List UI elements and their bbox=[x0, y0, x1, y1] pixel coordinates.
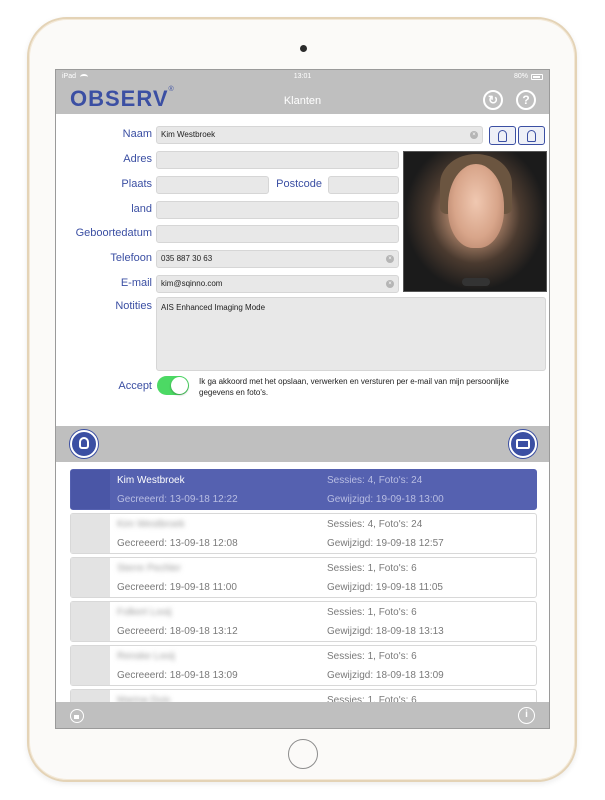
phone-field[interactable]: 035 887 30 63 × bbox=[156, 250, 399, 268]
address-label: Adres bbox=[123, 153, 152, 165]
page-title: Klanten bbox=[283, 95, 322, 107]
accept-toggle[interactable] bbox=[157, 376, 189, 395]
client-name: Sterre Pechler bbox=[117, 563, 181, 574]
client-sessions: Sessies: 4, Foto's: 24 bbox=[327, 475, 423, 486]
client-row[interactable]: Marina Duis Sessies: 1, Foto's: 6 bbox=[70, 689, 537, 702]
notes-label: Notities bbox=[115, 300, 152, 312]
face-icon bbox=[79, 437, 89, 449]
client-photo[interactable] bbox=[403, 151, 547, 292]
male-profile-button[interactable] bbox=[489, 126, 516, 145]
status-bar: iPad 13:01 80% bbox=[56, 70, 549, 84]
person-male-icon bbox=[498, 130, 507, 142]
female-profile-button[interactable] bbox=[518, 126, 545, 145]
client-created: Gecreeerd: 18-09-18 13:12 bbox=[117, 626, 238, 637]
client-created: Gecreeerd: 13-09-18 12:08 bbox=[117, 538, 238, 549]
client-created: Gecreeerd: 13-09-18 12:22 bbox=[117, 494, 238, 505]
postcode-field[interactable] bbox=[328, 176, 399, 194]
history-icon[interactable]: ↻ bbox=[483, 90, 503, 110]
client-sessions: Sessies: 4, Foto's: 24 bbox=[327, 519, 423, 530]
birthdate-field[interactable] bbox=[156, 225, 399, 243]
clear-icon[interactable]: × bbox=[386, 255, 394, 263]
country-field[interactable] bbox=[156, 201, 399, 219]
status-time: 13:01 bbox=[293, 73, 312, 80]
client-modified: Gewijzigd: 18-09-18 13:13 bbox=[327, 626, 444, 637]
client-created: Gecreeerd: 18-09-18 13:09 bbox=[117, 670, 238, 681]
notes-field[interactable]: AIS Enhanced Imaging Mode bbox=[156, 297, 546, 371]
client-thumbnail bbox=[71, 470, 110, 509]
client-row[interactable]: Renske Looij Gecreeerd: 18-09-18 13:09 Ses… bbox=[70, 645, 537, 686]
navigation-bar: iPad 13:01 80% OBSERV® Klanten ↻ ? bbox=[56, 70, 549, 114]
email-field[interactable]: kim@sqinno.com × bbox=[156, 275, 399, 293]
person-female-icon bbox=[527, 130, 536, 142]
client-modified: Gewijzigd: 19-09-18 13:00 bbox=[327, 494, 444, 505]
client-sessions: Sessies: 1, Foto's: 6 bbox=[327, 651, 417, 662]
clear-icon[interactable]: × bbox=[470, 131, 478, 139]
client-sessions: Sessies: 1, Foto's: 6 bbox=[327, 563, 417, 574]
front-camera bbox=[300, 45, 307, 52]
client-row[interactable]: Sterre Pechler Gecreeerd: 19-09-18 11:00 S… bbox=[70, 557, 537, 598]
client-sessions: Sessies: 1, Foto's: 6 bbox=[327, 607, 417, 618]
client-name: Marina Duis bbox=[117, 695, 171, 702]
address-field[interactable] bbox=[156, 151, 399, 169]
client-thumbnail bbox=[71, 646, 110, 685]
phone-value: 035 887 30 63 bbox=[161, 254, 213, 263]
client-row[interactable]: Folkert Looij Gecreeerd: 18-09-18 13:12 Se… bbox=[70, 601, 537, 642]
client-name: Renske Looij bbox=[117, 651, 175, 662]
home-button[interactable] bbox=[288, 739, 318, 769]
postcode-label: Postcode bbox=[276, 178, 322, 190]
client-modified: Gewijzigd: 19-09-18 11:05 bbox=[327, 582, 443, 593]
info-icon[interactable]: i bbox=[518, 707, 535, 724]
city-field[interactable] bbox=[156, 176, 269, 194]
battery-icon bbox=[531, 73, 543, 80]
client-thumbnail bbox=[71, 558, 110, 597]
client-name: Kim Westbroek bbox=[117, 519, 185, 530]
client-thumbnail bbox=[71, 514, 110, 553]
name-field[interactable]: Kim Westbroek × bbox=[156, 126, 483, 144]
help-icon[interactable]: ? bbox=[516, 90, 536, 110]
phone-label: Telefoon bbox=[110, 252, 152, 264]
client-thumbnail bbox=[71, 602, 110, 641]
camera-button[interactable] bbox=[509, 430, 537, 458]
client-row[interactable]: Kim Westbroek Gecreeerd: 13-09-18 12:08 Se… bbox=[70, 513, 537, 554]
city-label: Plaats bbox=[121, 178, 152, 190]
client-name: Kim Westbroek bbox=[117, 475, 185, 486]
accept-label: Accept bbox=[118, 380, 152, 392]
client-sessions: Sessies: 1, Foto's: 6 bbox=[327, 695, 417, 702]
battery-percent: 80% bbox=[513, 73, 528, 80]
client-thumbnail bbox=[71, 690, 110, 702]
client-modified: Gewijzigd: 18-09-18 13:09 bbox=[327, 670, 444, 681]
action-bar bbox=[56, 426, 549, 462]
client-modified: Gewijzigd: 19-09-18 12:57 bbox=[327, 538, 444, 549]
email-label: E-mail bbox=[120, 277, 152, 289]
camera-icon bbox=[516, 439, 530, 449]
new-client-button[interactable] bbox=[70, 430, 98, 458]
client-list: Kim Westbroek Gecreeerd: 13-09-18 12:22 Se… bbox=[56, 462, 549, 702]
app-screen: iPad 13:01 80% OBSERV® Klanten ↻ ? Naam … bbox=[55, 69, 550, 729]
bottom-bar: i bbox=[56, 702, 549, 728]
email-value: kim@sqinno.com bbox=[161, 279, 223, 288]
client-name: Folkert Looij bbox=[117, 607, 172, 618]
name-label: Naam bbox=[122, 128, 152, 140]
client-form: Naam Kim Westbroek × Adres Plaats Postco… bbox=[56, 114, 549, 426]
birthdate-label: Geboortedatum bbox=[75, 227, 152, 239]
client-created: Gecreeerd: 19-09-18 11:00 bbox=[117, 582, 237, 593]
clear-icon[interactable]: × bbox=[386, 280, 394, 288]
client-row[interactable]: Kim Westbroek Gecreeerd: 13-09-18 12:22 Se… bbox=[70, 469, 537, 510]
consent-text: Ik ga akkoord met het opslaan, verwerken… bbox=[199, 377, 509, 397]
lock-icon[interactable] bbox=[70, 709, 84, 723]
country-label: land bbox=[131, 203, 152, 215]
name-value: Kim Westbroek bbox=[161, 130, 216, 139]
